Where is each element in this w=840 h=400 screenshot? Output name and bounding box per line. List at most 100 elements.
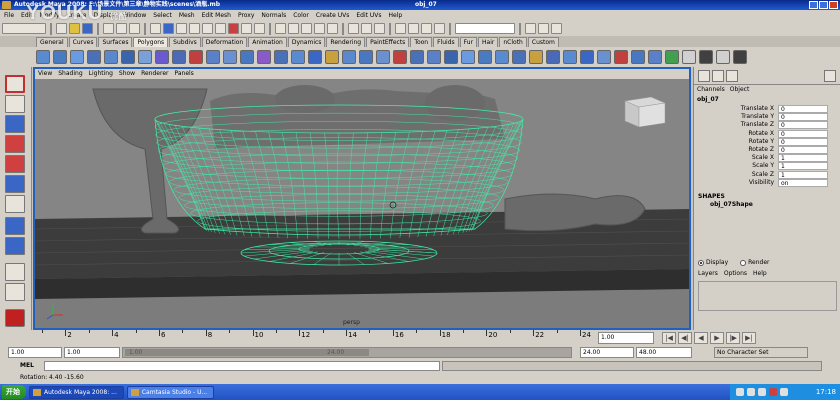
checker-icon[interactable] [682,50,696,64]
render-layer-radio[interactable]: Render [740,257,770,269]
menu-normals[interactable]: Normals [261,12,286,19]
shelf-tab-painteffects[interactable]: PaintEffects [366,37,410,47]
snap-view-plane-icon[interactable] [314,23,325,34]
channel-box-menu-channels[interactable]: Channels [697,85,725,95]
snap-curve-icon[interactable] [288,23,299,34]
layer-menu-layers[interactable]: Layers [698,269,718,279]
select-surfaces-icon[interactable] [202,23,213,34]
poly-cylinder-icon[interactable] [70,50,84,64]
smooth-icon[interactable] [274,50,288,64]
poly-plane-icon[interactable] [104,50,118,64]
shelf-tab-general[interactable]: General [36,37,68,47]
menu-window[interactable]: Window [123,12,147,19]
menu-select[interactable]: Select [153,12,172,19]
merge-vertices-icon[interactable] [444,50,458,64]
single-perspective-layout-icon[interactable] [5,217,25,235]
menu-proxy[interactable]: Proxy [238,12,254,19]
append-polygon-icon[interactable] [359,50,373,64]
panel-menu-lighting[interactable]: Lighting [89,69,113,79]
attr-visibility-value[interactable]: on [778,178,828,187]
manipulator-tool-icon[interactable] [5,195,25,213]
render-view-icon[interactable] [395,23,406,34]
soften-edge-icon[interactable] [563,50,577,64]
select-object-icon[interactable] [116,23,127,34]
construction-history-icon[interactable] [374,23,385,34]
tray-app-icon[interactable] [736,388,744,396]
menu-create-uvs[interactable]: Create UVs [316,12,349,19]
poly-sphere-icon[interactable] [36,50,50,64]
poly-pipe-icon[interactable] [172,50,186,64]
show-tool-settings-icon[interactable] [538,23,549,34]
channel-layer-toggle-icon[interactable] [726,70,738,82]
maximize-button[interactable] [819,1,828,9]
poly-torus-icon[interactable] [121,50,135,64]
shelf-tab-rendering[interactable]: Rendering [326,37,366,47]
select-dynamics-icon[interactable] [228,23,239,34]
panel-menu-panels[interactable]: Panels [174,69,193,79]
save-scene-icon[interactable] [82,23,93,34]
checker-dark-icon[interactable] [699,50,713,64]
step-forward-key-button[interactable]: |▶ [726,332,740,344]
menu-edit-mesh[interactable]: Edit Mesh [202,12,231,19]
channel-box-menu-object[interactable]: Object [730,85,750,95]
spherical-mapping-icon[interactable] [495,50,509,64]
select-handles-icon[interactable] [163,23,174,34]
fill-hole-icon[interactable] [648,50,662,64]
render-current-frame-icon[interactable] [408,23,419,34]
new-scene-icon[interactable] [56,23,67,34]
ipr-render-icon[interactable] [421,23,432,34]
shelf-tab-subdivs[interactable]: Subdivs [169,37,201,47]
playback-end-field[interactable]: 24.00 [580,347,634,358]
mel-command-input[interactable] [44,361,440,371]
attr-rotate-x-value[interactable]: 0 [778,129,828,138]
select-misc-icon[interactable] [254,23,265,34]
scale-tool-icon[interactable] [5,175,25,193]
animation-end-field[interactable]: 48.00 [636,347,692,358]
boolean-icon[interactable] [257,50,271,64]
rotate-tool-icon[interactable] [5,155,25,173]
automatic-mapping-icon[interactable] [512,50,526,64]
attr-scale-y-value[interactable]: 1 [778,162,828,171]
tray-network-icon[interactable] [747,388,755,396]
close-button[interactable] [829,1,838,9]
attr-translate-y-value[interactable]: 0 [778,113,828,122]
minimize-button[interactable] [809,1,818,9]
play-backwards-button[interactable]: ◀ [694,332,708,344]
extrude-icon[interactable] [325,50,339,64]
poly-cube-icon[interactable] [53,50,67,64]
open-scene-icon[interactable] [69,23,80,34]
character-set-dropdown[interactable]: No Character Set [714,347,808,358]
select-tool-icon[interactable] [5,75,25,93]
attr-rotate-y-value[interactable]: 0 [778,137,828,146]
shape-node-name[interactable]: obj_07Shape [694,201,840,209]
panel-menu-renderer[interactable]: Renderer [141,69,168,79]
layer-editor-toggle-icon[interactable] [712,70,724,82]
planar-mapping-icon[interactable] [461,50,475,64]
checker-alt-icon[interactable] [716,50,730,64]
select-rendering-icon[interactable] [241,23,252,34]
menu-mesh[interactable]: Mesh [179,12,195,19]
shelf-tab-dynamics[interactable]: Dynamics [287,37,326,47]
separate-icon[interactable] [223,50,237,64]
range-bar[interactable]: 1.00 24.00 [122,347,572,358]
cleanup-icon[interactable] [665,50,679,64]
menu-edit-uvs[interactable]: Edit UVs [356,12,381,19]
poly-helix-icon[interactable] [189,50,203,64]
average-vertices-icon[interactable] [291,50,305,64]
menu-color[interactable]: Color [293,12,309,19]
paint-select-tool-icon[interactable] [5,115,25,133]
combine-icon[interactable] [206,50,220,64]
select-component-icon[interactable] [129,23,140,34]
shelf-tab-curves[interactable]: Curves [68,37,98,47]
four-view-layout-icon[interactable] [5,237,25,255]
shelf-tab-custom[interactable]: Custom [527,37,559,47]
shelf-tab-ncloth[interactable]: nCloth [499,37,527,47]
layer-menu-options[interactable]: Options [724,269,747,279]
panel-menu-shading[interactable]: Shading [58,69,82,79]
attr-translate-x-value[interactable]: 0 [778,105,828,113]
uv-texture-editor-icon[interactable] [529,50,543,64]
cylindrical-mapping-icon[interactable] [478,50,492,64]
taskbar-maya-window[interactable]: Autodesk Maya 2008: ... [29,385,124,399]
attr-scale-z-value[interactable]: 1 [778,170,828,179]
start-button[interactable]: 开始 [2,385,26,399]
